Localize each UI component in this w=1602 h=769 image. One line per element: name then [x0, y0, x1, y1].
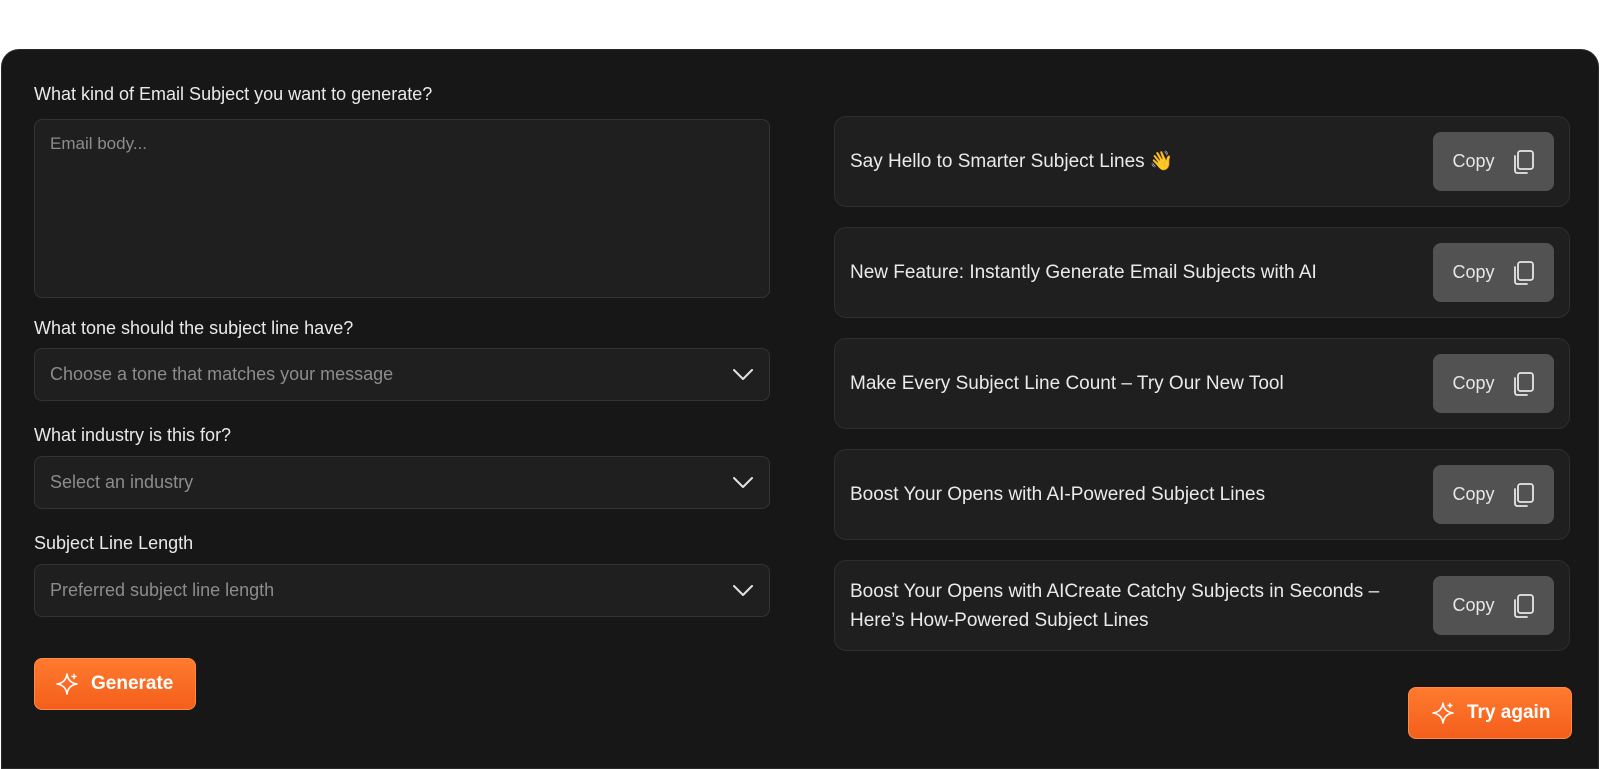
copy-icon — [1511, 482, 1535, 507]
copy-icon — [1511, 593, 1535, 618]
copy-button[interactable]: Copy — [1433, 132, 1554, 191]
email-body-input[interactable] — [34, 119, 770, 298]
length-select[interactable]: Preferred subject line length — [34, 564, 770, 617]
copy-label: Copy — [1452, 595, 1495, 615]
copy-label: Copy — [1452, 373, 1495, 393]
copy-button[interactable]: Copy — [1433, 576, 1554, 635]
copy-icon — [1511, 371, 1535, 396]
result-card: Boost Your Opens with AICreate Catchy Su… — [834, 560, 1570, 651]
sparkle-icon — [1431, 701, 1455, 725]
result-card: Boost Your Opens with AI-Powered Subject… — [834, 449, 1570, 540]
result-text: Make Every Subject Line Count – Try Our … — [850, 373, 1284, 394]
subject-kind-label: What kind of Email Subject you want to g… — [34, 84, 433, 104]
industry-label: What industry is this for? — [34, 425, 232, 445]
generate-label: Generate — [91, 673, 174, 694]
tone-select[interactable]: Choose a tone that matches your message — [34, 348, 770, 401]
copy-label: Copy — [1452, 151, 1495, 171]
generator-panel: What kind of Email Subject you want to g… — [1, 49, 1599, 769]
chevron-down-icon — [732, 580, 754, 602]
tone-placeholder: Choose a tone that matches your message — [50, 364, 394, 384]
generate-button[interactable]: Generate — [34, 658, 196, 710]
industry-placeholder: Select an industry — [50, 472, 194, 492]
length-placeholder: Preferred subject line length — [50, 580, 275, 600]
result-text: New Feature: Instantly Generate Email Su… — [850, 262, 1317, 283]
copy-label: Copy — [1452, 484, 1495, 504]
length-label: Subject Line Length — [34, 533, 194, 553]
copy-label: Copy — [1452, 262, 1495, 282]
copy-icon — [1511, 149, 1535, 174]
copy-icon — [1511, 260, 1535, 285]
try-again-label: Try again — [1467, 702, 1551, 723]
result-text: Boost Your Opens with AI-Powered Subject… — [850, 484, 1266, 505]
try-again-button[interactable]: Try again — [1408, 687, 1572, 739]
chevron-down-icon — [732, 364, 754, 386]
tone-label: What tone should the subject line have? — [34, 318, 354, 338]
result-text: Boost Your Opens with AICreate Catchy Su… — [850, 580, 1380, 631]
sparkle-icon — [55, 672, 79, 696]
copy-button[interactable]: Copy — [1433, 243, 1554, 302]
result-card: Say Hello to Smarter Subject Lines 👋 Cop… — [834, 116, 1570, 207]
copy-button[interactable]: Copy — [1433, 465, 1554, 524]
chevron-down-icon — [732, 472, 754, 494]
result-text: Say Hello to Smarter Subject Lines 👋 — [850, 151, 1174, 172]
industry-select[interactable]: Select an industry — [34, 456, 770, 509]
result-card: Make Every Subject Line Count – Try Our … — [834, 338, 1570, 429]
result-card: New Feature: Instantly Generate Email Su… — [834, 227, 1570, 318]
copy-button[interactable]: Copy — [1433, 354, 1554, 413]
